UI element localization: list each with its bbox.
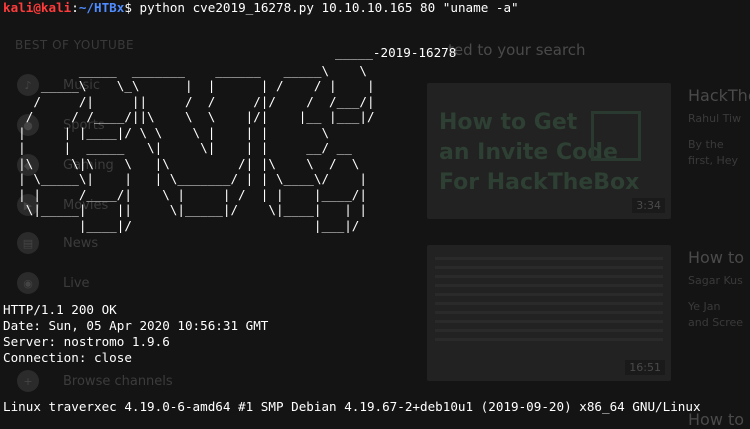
terminal-window[interactable]: kali@kali:~/HTBx$ python cve2019_16278.p… xyxy=(0,0,750,427)
prompt-path: ~/HTBx xyxy=(78,0,125,15)
cve-ascii-art-logo: _____ _______ ______ _____\ \ _____\ \_\… xyxy=(18,62,375,233)
http-date-header: Date: Sun, 05 Apr 2020 10:56:31 GMT xyxy=(3,318,269,333)
http-server-header: Server: nostromo 1.9.6 xyxy=(3,334,170,349)
prompt-separator: : xyxy=(71,0,79,15)
http-status-line: HTTP/1.1 200 OK xyxy=(3,302,117,317)
http-connection-header: Connection: close xyxy=(3,350,132,365)
command-output: Linux traverxec 4.19.0-6-amd64 #1 SMP De… xyxy=(3,399,701,414)
prompt-user: kali@kali xyxy=(3,0,72,15)
command-text: python cve2019_16278.py 10.10.10.165 80 … xyxy=(131,0,519,15)
command-line: kali@kali:~/HTBx$ python cve2019_16278.p… xyxy=(3,0,519,16)
prompt-symbol: $ xyxy=(124,0,132,15)
